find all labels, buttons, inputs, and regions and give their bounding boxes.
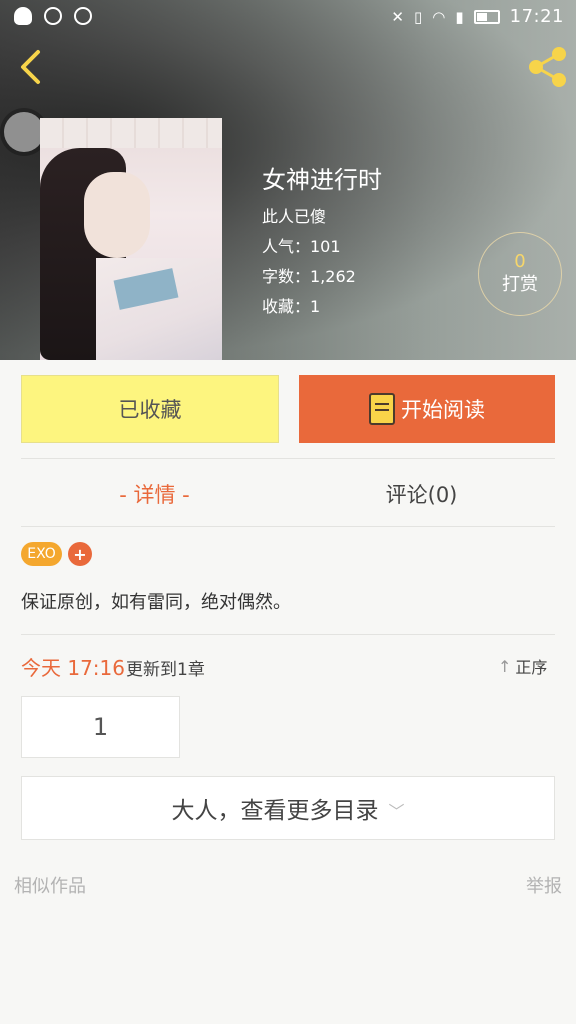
signal-icon: ▮ <box>455 7 464 26</box>
vibrate-off-icon: ▯ <box>414 7 423 26</box>
book-header: ✕ ▯ ◠ ▮ 17:21 女神进行时 此人已傻 人气：101 字数：1,262 <box>0 0 576 360</box>
sort-order-button[interactable]: ↑ 正序 <box>498 653 558 679</box>
tip-label: 打赏 <box>502 274 538 295</box>
similar-works-label: 相似作品 <box>14 876 86 897</box>
sort-arrow-icon: ↑ <box>498 656 512 676</box>
tag-exo[interactable]: EXO <box>21 542 62 566</box>
book-title: 女神进行时 <box>262 166 382 194</box>
status-time: 17:21 <box>509 6 564 27</box>
book-word-count: 字数：1,262 <box>262 267 356 286</box>
book-author[interactable]: 此人已傻 <box>262 203 326 227</box>
wifi-icon: ◠ <box>432 7 446 26</box>
tip-button[interactable]: 0 打赏 <box>478 232 562 316</box>
more-toc-label: 大人，查看更多目录 <box>171 798 379 824</box>
message-icon <box>74 7 92 25</box>
start-reading-button[interactable]: 开始阅读 <box>299 375 555 443</box>
sort-label: 正序 <box>515 658 548 677</box>
tab-details-label: - 详情 - <box>119 483 190 507</box>
divider <box>21 458 555 459</box>
back-chevron-icon <box>21 50 40 84</box>
book-description: 保证原创，如有雷同，绝对偶然。 <box>21 592 291 613</box>
share-icon <box>529 47 566 87</box>
divider <box>21 526 555 527</box>
favorite-button[interactable]: 已收藏 <box>21 375 279 443</box>
tag-label: EXO <box>27 546 56 562</box>
tip-count: 0 <box>514 251 526 272</box>
floating-handle[interactable] <box>4 112 44 152</box>
share-button[interactable] <box>526 46 570 88</box>
book-favorites: 收藏：1 <box>262 297 321 316</box>
back-button[interactable] <box>12 48 48 86</box>
chapter-number: 1 <box>92 713 109 741</box>
book-cover <box>40 118 222 360</box>
update-text: 更新到1章 <box>126 660 205 680</box>
plus-icon: + <box>73 544 87 564</box>
update-time: 今天 17:16 <box>21 656 125 680</box>
qq-chat-icon <box>44 7 62 25</box>
add-tag-button[interactable]: + <box>68 542 92 566</box>
tab-details[interactable]: - 详情 - <box>21 476 288 512</box>
favorite-label: 已收藏 <box>118 398 182 422</box>
battery-icon <box>473 9 500 24</box>
qq-icon <box>14 7 32 25</box>
chevron-down-icon: ﹀ <box>388 802 405 821</box>
mute-icon: ✕ <box>391 7 404 26</box>
tab-comments-label: 评论(0) <box>385 483 458 507</box>
tab-comments[interactable]: 评论(0) <box>288 476 555 512</box>
start-reading-label: 开始阅读 <box>401 398 485 422</box>
report-button[interactable]: 举报 <box>526 872 562 898</box>
book-icon <box>369 393 395 425</box>
divider <box>21 634 555 635</box>
book-popularity: 人气：101 <box>262 237 341 256</box>
chapter-item[interactable]: 1 <box>21 696 180 758</box>
more-toc-button[interactable]: 大人，查看更多目录 ﹀ <box>21 776 555 840</box>
status-bar: ✕ ▯ ◠ ▮ 17:21 <box>0 0 576 34</box>
